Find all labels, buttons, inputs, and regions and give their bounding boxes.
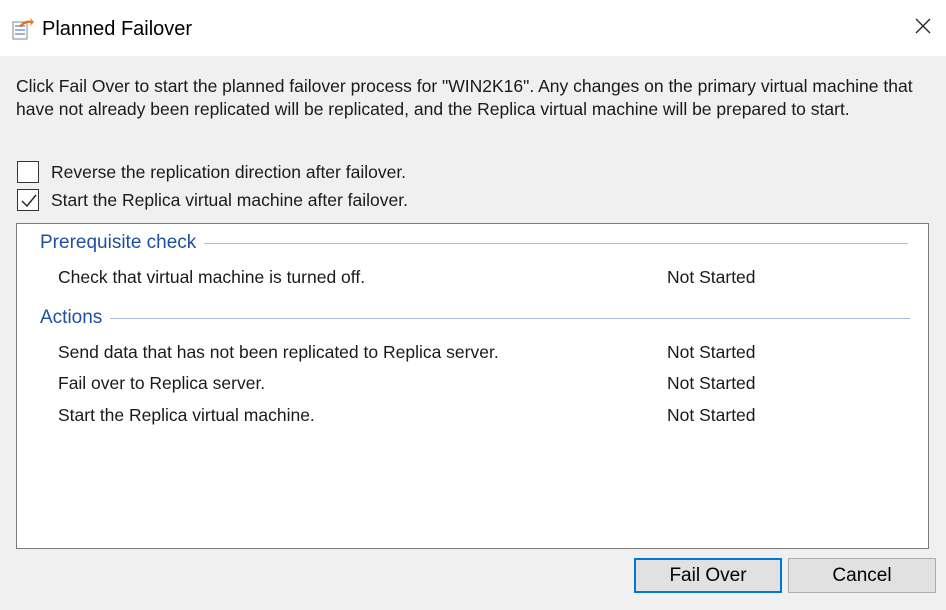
- task-status: Not Started: [667, 405, 756, 425]
- task-label: Fail over to Replica server.: [58, 373, 266, 393]
- progress-panel: Prerequisite check Check that virtual ma…: [16, 223, 929, 549]
- start-replica-option[interactable]: Start the Replica virtual machine after …: [17, 188, 408, 212]
- task-row: Send data that has not been replicated t…: [58, 341, 888, 363]
- reverse-replication-label: Reverse the replication direction after …: [51, 162, 407, 182]
- task-status: Not Started: [667, 373, 756, 393]
- planned-failover-dialog: Planned Failover Click Fail Over to star…: [0, 0, 946, 610]
- task-status: Not Started: [667, 342, 756, 362]
- section-divider: [110, 317, 911, 319]
- failover-wizard-icon: [11, 17, 35, 41]
- start-replica-label: Start the Replica virtual machine after …: [51, 190, 408, 210]
- failover-description: Click Fail Over to start the planned fai…: [16, 76, 913, 119]
- task-label: Send data that has not been replicated t…: [58, 342, 499, 362]
- actions-section-header: Actions: [40, 306, 911, 330]
- start-replica-checkbox[interactable]: [17, 189, 39, 211]
- section-title: Actions: [40, 307, 103, 328]
- fail-over-button[interactable]: Fail Over: [634, 558, 782, 593]
- cancel-button[interactable]: Cancel: [788, 558, 936, 593]
- reverse-replication-option[interactable]: Reverse the replication direction after …: [17, 160, 406, 184]
- prerequisite-section-header: Prerequisite check: [40, 231, 909, 255]
- task-label: Check that virtual machine is turned off…: [58, 267, 366, 287]
- section-divider: [204, 242, 909, 244]
- close-button[interactable]: [900, 0, 946, 56]
- title-bar: Planned Failover: [0, 0, 946, 56]
- task-row: Fail over to Replica server. Not Started: [58, 372, 888, 394]
- task-status: Not Started: [667, 267, 756, 287]
- task-row: Start the Replica virtual machine. Not S…: [58, 404, 888, 426]
- close-icon: [915, 18, 931, 39]
- checkmark-icon: [21, 194, 37, 208]
- section-title: Prerequisite check: [40, 232, 197, 253]
- reverse-replication-checkbox[interactable]: [17, 161, 39, 183]
- window-title: Planned Failover: [42, 18, 193, 40]
- task-row: Check that virtual machine is turned off…: [58, 266, 888, 288]
- task-label: Start the Replica virtual machine.: [58, 405, 315, 425]
